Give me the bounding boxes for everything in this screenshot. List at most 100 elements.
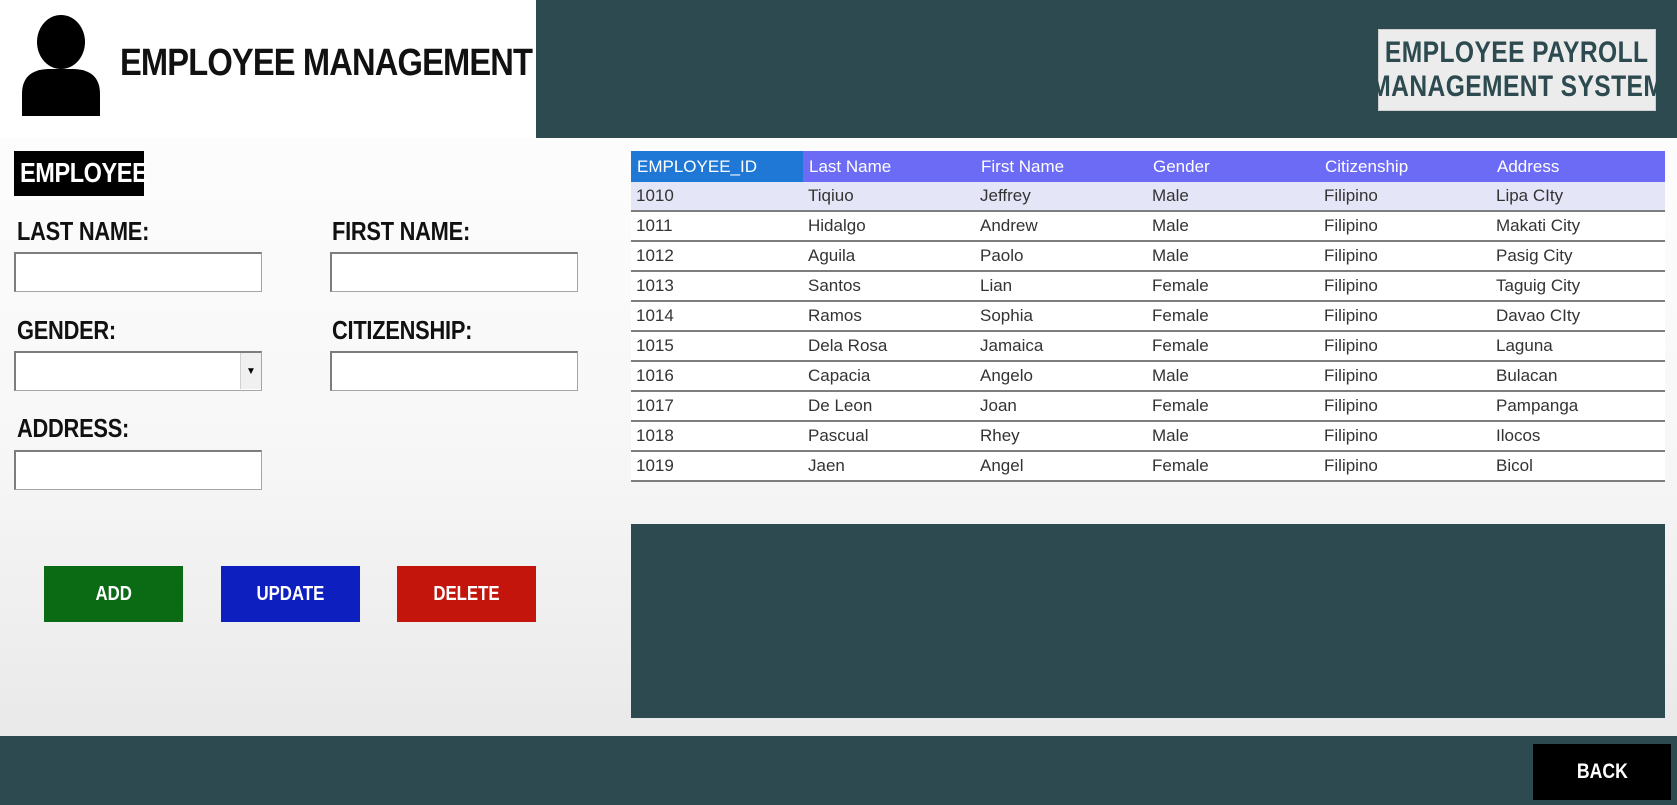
column-header[interactable]: Citizenship — [1319, 151, 1491, 182]
system-title-line2: MANAGEMENT SYSTEM — [1370, 70, 1664, 103]
column-header[interactable]: First Name — [975, 151, 1147, 182]
table-cell[interactable]: Angel — [975, 452, 1147, 480]
table-row[interactable]: 1010 Tiqiuo Jeffrey Male Filipino Lipa CIty — [631, 182, 1665, 212]
column-header[interactable]: Last Name — [803, 151, 975, 182]
table-cell[interactable]: 1016 — [631, 362, 803, 390]
table-cell[interactable]: Female — [1147, 332, 1319, 360]
table-cell[interactable]: Filipino — [1319, 422, 1491, 450]
section-label: EMPLOYEE — [14, 151, 148, 196]
chevron-down-icon[interactable]: ▼ — [240, 353, 261, 389]
table-row[interactable]: 1011 Hidalgo Andrew Male Filipino Makati City — [631, 212, 1665, 242]
add-button-label: ADD — [95, 582, 132, 605]
table-cell[interactable]: Bulacan — [1491, 362, 1665, 390]
system-title-box: EMPLOYEE PAYROLL MANAGEMENT SYSTEM — [1370, 29, 1664, 111]
citizenship-label: CITIZENSHIP: — [332, 315, 473, 345]
table-cell[interactable]: Aguila — [803, 242, 975, 270]
user-silhouette-icon — [22, 15, 100, 116]
table-cell[interactable]: Female — [1147, 272, 1319, 300]
table-cell[interactable]: Joan — [975, 392, 1147, 420]
table-cell[interactable]: Filipino — [1319, 392, 1491, 420]
citizenship-input[interactable] — [330, 351, 578, 391]
table-row[interactable]: 1015 Dela Rosa Jamaica Female Filipino Laguna — [631, 332, 1665, 362]
address-input[interactable] — [14, 450, 262, 490]
table-cell[interactable]: Angelo — [975, 362, 1147, 390]
table-cell[interactable]: Ramos — [803, 302, 975, 330]
table-cell[interactable]: Pascual — [803, 422, 975, 450]
table-row[interactable]: 1019 Jaen Angel Female Filipino Bicol — [631, 452, 1665, 482]
column-header[interactable]: Address — [1491, 151, 1665, 182]
table-cell[interactable]: Laguna — [1491, 332, 1665, 360]
first-name-label: FIRST NAME: — [332, 216, 470, 246]
table-cell[interactable]: Filipino — [1319, 272, 1491, 300]
table-cell[interactable]: Makati City — [1491, 212, 1665, 240]
table-row[interactable]: 1014 Ramos Sophia Female Filipino Davao CIty — [631, 302, 1665, 332]
table-cell[interactable]: Male — [1147, 212, 1319, 240]
table-cell[interactable]: Filipino — [1319, 362, 1491, 390]
table-cell[interactable]: Rhey — [975, 422, 1147, 450]
table-cell[interactable]: Jaen — [803, 452, 975, 480]
table-cell[interactable]: Female — [1147, 452, 1319, 480]
gender-select[interactable]: ▼ — [14, 351, 262, 391]
table-cell[interactable]: Taguig City — [1491, 272, 1665, 300]
table-cell[interactable]: 1018 — [631, 422, 803, 450]
table-cell[interactable]: Dela Rosa — [803, 332, 975, 360]
table-cell[interactable]: 1012 — [631, 242, 803, 270]
table-cell[interactable]: Ilocos — [1491, 422, 1665, 450]
table-cell[interactable]: Male — [1147, 422, 1319, 450]
table-cell[interactable]: Filipino — [1319, 332, 1491, 360]
table-cell[interactable]: Tiqiuo — [803, 182, 975, 210]
table-cell[interactable]: Male — [1147, 242, 1319, 270]
table-cell[interactable]: 1015 — [631, 332, 803, 360]
first-name-input[interactable] — [330, 252, 578, 292]
table-cell[interactable]: Female — [1147, 392, 1319, 420]
table-cell[interactable]: 1010 — [631, 182, 803, 210]
table-cell[interactable]: Capacia — [803, 362, 975, 390]
table-cell[interactable]: Paolo — [975, 242, 1147, 270]
table-cell[interactable]: 1014 — [631, 302, 803, 330]
table-cell[interactable]: Filipino — [1319, 452, 1491, 480]
gender-label: GENDER: — [17, 315, 116, 345]
table-cell[interactable]: 1013 — [631, 272, 803, 300]
last-name-input[interactable] — [14, 252, 262, 292]
table-row[interactable]: 1017 De Leon Joan Female Filipino Pampanga — [631, 392, 1665, 422]
table-row[interactable]: 1018 Pascual Rhey Male Filipino Ilocos — [631, 422, 1665, 452]
table-row[interactable]: 1012 Aguila Paolo Male Filipino Pasig City — [631, 242, 1665, 272]
table-cell[interactable]: Pasig City — [1491, 242, 1665, 270]
address-label: ADDRESS: — [17, 413, 130, 443]
table-cell[interactable]: 1019 — [631, 452, 803, 480]
table-cell[interactable]: Lian — [975, 272, 1147, 300]
system-title-line1: EMPLOYEE PAYROLL — [1385, 36, 1649, 69]
table-cell[interactable]: Hidalgo — [803, 212, 975, 240]
table-cell[interactable]: Filipino — [1319, 302, 1491, 330]
table-cell[interactable]: 1011 — [631, 212, 803, 240]
table-cell[interactable]: Female — [1147, 302, 1319, 330]
table-cell[interactable]: 1017 — [631, 392, 803, 420]
table-cell[interactable]: Pampanga — [1491, 392, 1665, 420]
table-cell[interactable]: Lipa CIty — [1491, 182, 1665, 210]
table-cell[interactable]: Jamaica — [975, 332, 1147, 360]
delete-button-label: DELETE — [433, 582, 500, 605]
table-cell[interactable]: Filipino — [1319, 242, 1491, 270]
back-button[interactable]: BACK — [1533, 744, 1671, 800]
last-name-label: LAST NAME: — [17, 216, 150, 246]
table-cell[interactable]: Filipino — [1319, 212, 1491, 240]
table-cell[interactable]: Andrew — [975, 212, 1147, 240]
table-row[interactable]: 1016 Capacia Angelo Male Filipino Bulacan — [631, 362, 1665, 392]
column-header[interactable]: Gender — [1147, 151, 1319, 182]
table-cell[interactable]: Filipino — [1319, 182, 1491, 210]
table-cell[interactable]: Male — [1147, 182, 1319, 210]
delete-button[interactable]: DELETE — [397, 566, 536, 622]
table-cell[interactable]: Bicol — [1491, 452, 1665, 480]
column-header[interactable]: EMPLOYEE_ID — [631, 151, 803, 182]
update-button[interactable]: UPDATE — [221, 566, 360, 622]
table-cell[interactable]: Davao CIty — [1491, 302, 1665, 330]
back-button-label: BACK — [1576, 760, 1628, 783]
table-cell[interactable]: De Leon — [803, 392, 975, 420]
table-cell[interactable]: Sophia — [975, 302, 1147, 330]
table-cell[interactable]: Jeffrey — [975, 182, 1147, 210]
add-button[interactable]: ADD — [44, 566, 183, 622]
table-row[interactable]: 1013 Santos Lian Female Filipino Taguig City — [631, 272, 1665, 302]
employee-table[interactable]: EMPLOYEE_ID Last Name First Name Gender … — [631, 151, 1665, 482]
table-cell[interactable]: Santos — [803, 272, 975, 300]
table-cell[interactable]: Male — [1147, 362, 1319, 390]
